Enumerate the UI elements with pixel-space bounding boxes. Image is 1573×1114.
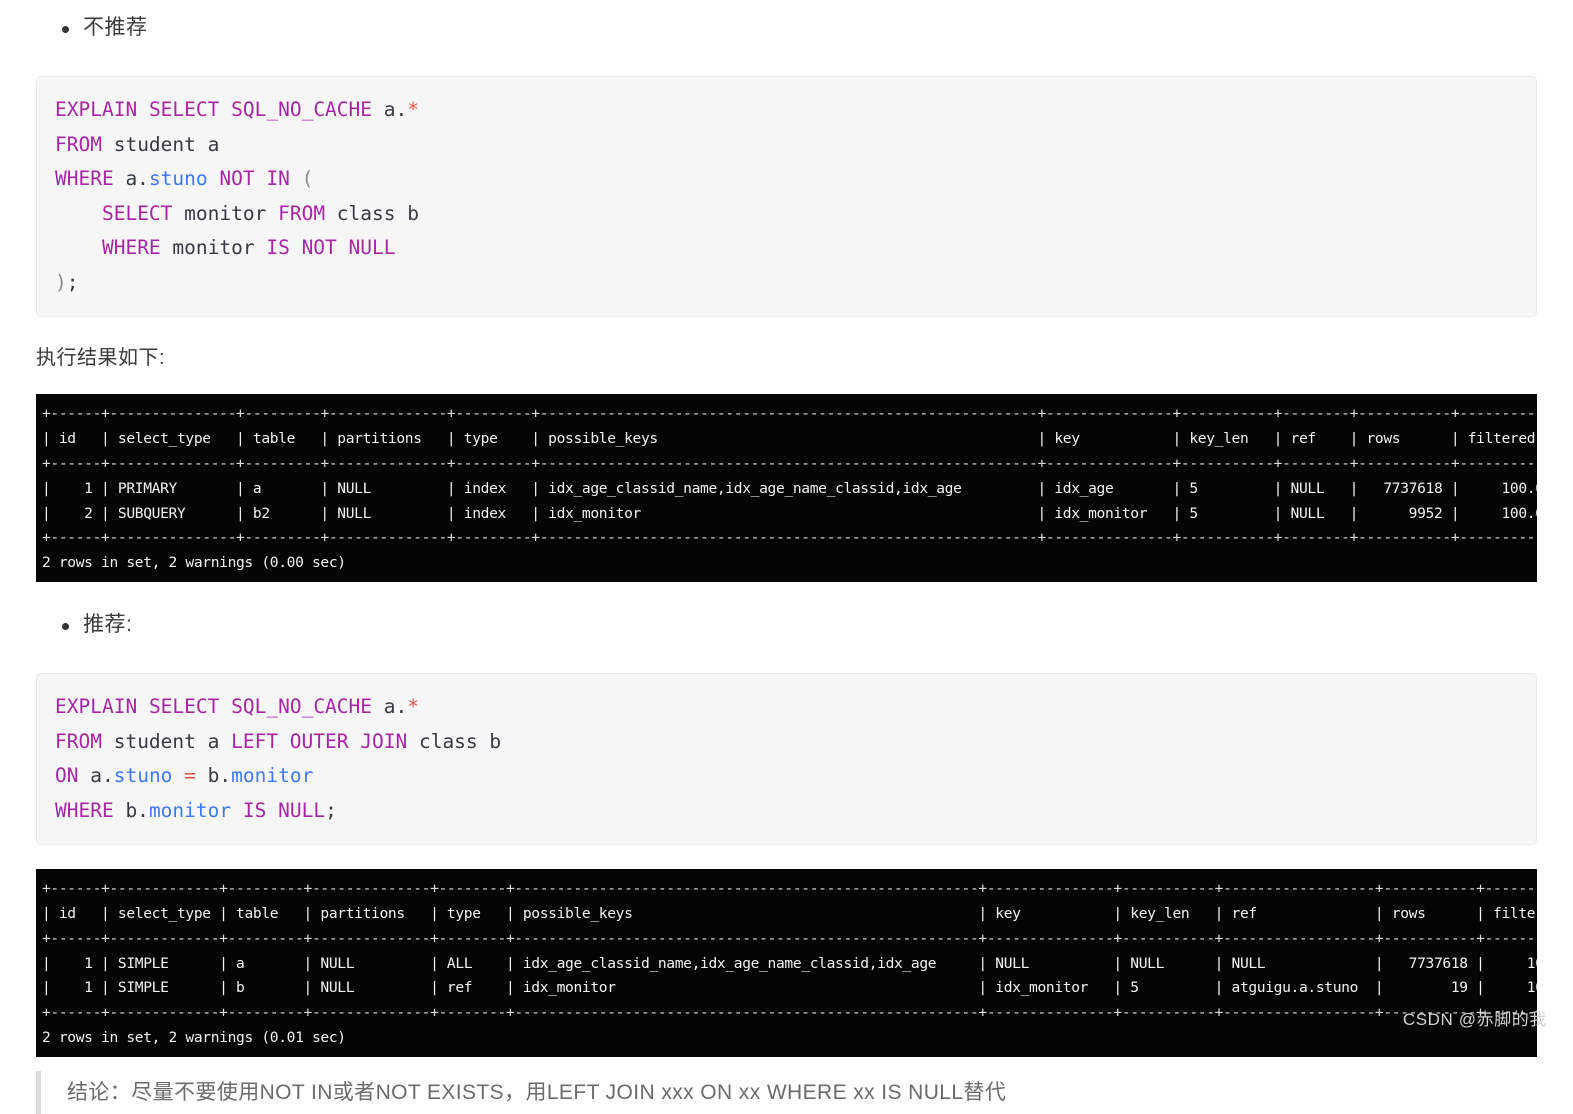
code-line: FROM student a LEFT OUTER JOIN class b: [55, 725, 1536, 760]
code-token: stuno: [113, 764, 173, 788]
code-line: EXPLAIN SELECT SQL_NO_CACHE a.*: [55, 93, 1536, 128]
code-line: WHERE b.monitor IS NULL;: [55, 794, 1536, 829]
table-separator-row: +------+---------------+---------+------…: [42, 529, 1537, 547]
code-token: ;: [66, 270, 79, 294]
spacer-top: [36, 0, 1537, 14]
code-token: stuno: [148, 167, 208, 191]
table-row: 2 rows in set, 2 warnings (0.00 sec): [42, 554, 346, 572]
code-token: monitor: [231, 764, 314, 788]
code-line: FROM student a: [55, 128, 1536, 163]
code-line: WHERE a.stuno NOT IN (: [55, 162, 1536, 197]
code-token: IS NULL: [242, 798, 326, 822]
code-token: monitor: [172, 201, 279, 225]
code-token: LEFT OUTER JOIN: [231, 729, 408, 753]
table-row: | id | select_type | table | partitions …: [42, 905, 1537, 923]
code-token: (: [301, 167, 314, 191]
conclusion-blockquote: 结论：尽量不要使用NOT IN或者NOT EXISTS，用LEFT JOIN x…: [36, 1070, 1537, 1114]
table-row: | 2 | SUBQUERY | b2 | NULL | index | idx…: [42, 504, 1537, 522]
code-token: SQL_NO_CACHE: [231, 695, 373, 719]
code-token: a.: [113, 167, 149, 191]
execution-result-label: 执行结果如下:: [36, 347, 166, 370]
table-separator-row: +------+---------------+---------+------…: [42, 405, 1537, 423]
code-token: class b: [325, 201, 419, 225]
code-token: EXPLAIN: [55, 695, 138, 719]
table-row: | 1 | SIMPLE | a | NULL | ALL | idx_age_…: [42, 954, 1537, 972]
code-token: WHERE: [55, 167, 114, 191]
code-token: monitor: [148, 798, 232, 822]
code-token: IS NOT NULL: [266, 236, 396, 260]
code-token: SQL_NO_CACHE: [231, 98, 373, 122]
code-token: *: [407, 98, 420, 122]
code-token: FROM: [55, 729, 102, 753]
code-token: a.: [372, 695, 408, 719]
table-separator-row: +------+---------------+---------+------…: [42, 454, 1537, 472]
code-line: WHERE monitor IS NOT NULL: [55, 231, 1536, 266]
code-token: monitor: [160, 236, 267, 260]
code-token: WHERE: [101, 236, 161, 260]
code-token: *: [407, 695, 420, 719]
code-token: a.: [372, 98, 408, 122]
code-token: student a: [101, 729, 232, 753]
sql-code-block-not-recommended: EXPLAIN SELECT SQL_NO_CACHE a.* FROM stud…: [36, 76, 1537, 318]
code-line: EXPLAIN SELECT SQL_NO_CACHE a.*: [55, 690, 1536, 725]
heading-not-recommended-label: 不推荐: [83, 16, 148, 39]
code-token: SELECT: [101, 201, 173, 225]
code-token: WHERE: [55, 798, 114, 822]
code-token: FROM: [55, 132, 102, 156]
heading-recommended: 推荐:: [36, 611, 1537, 639]
code-line: ON a.stuno = b.monitor: [55, 759, 1536, 794]
code-token: SELECT: [148, 98, 220, 122]
heading-not-recommended: 不推荐: [36, 14, 1537, 42]
document-page: 不推荐 EXPLAIN SELECT SQL_NO_CACHE a.* FROM …: [0, 0, 1573, 1114]
table-row: | id | select_type | table | partitions …: [42, 430, 1536, 448]
explain-output-terminal-1: +------+---------------+---------+------…: [36, 394, 1537, 582]
code-line: SELECT monitor FROM class b: [55, 197, 1536, 232]
code-token: b.: [113, 798, 149, 822]
code-line: );: [55, 266, 1536, 301]
code-token: a.: [78, 764, 114, 788]
code-token: class b: [407, 729, 502, 753]
conclusion-text: 结论：尽量不要使用NOT IN或者NOT EXISTS，用LEFT JOIN x…: [67, 1080, 1007, 1104]
table-separator-row: +------+-------------+---------+--------…: [42, 880, 1537, 898]
code-token: NOT IN: [219, 167, 290, 191]
code-token: SELECT: [148, 695, 220, 719]
bullet-dot-icon: [62, 622, 69, 630]
code-token: ;: [325, 798, 337, 822]
code-token: ): [55, 270, 67, 294]
table-row: | 1 | PRIMARY | a | NULL | index | idx_a…: [42, 479, 1537, 497]
sql-code-block-recommended: EXPLAIN SELECT SQL_NO_CACHE a.* FROM stud…: [36, 673, 1537, 846]
code-token: EXPLAIN: [55, 98, 138, 122]
table-row: | 1 | SIMPLE | b | NULL | ref | idx_moni…: [42, 979, 1537, 997]
code-token: =: [184, 764, 196, 788]
explain-output-terminal-2: +------+-------------+---------+--------…: [36, 869, 1537, 1057]
table-separator-row: +------+-------------+---------+--------…: [42, 1004, 1537, 1022]
csdn-watermark: CSDN @赤脚的我: [1402, 1010, 1547, 1029]
code-token: ON: [55, 764, 79, 788]
table-row: 2 rows in set, 2 warnings (0.01 sec): [42, 1029, 346, 1047]
table-separator-row: +------+-------------+---------+--------…: [42, 929, 1537, 947]
code-token: b.: [195, 764, 232, 788]
heading-recommended-label: 推荐:: [83, 612, 133, 636]
code-token: student a: [101, 132, 220, 156]
code-token: FROM: [278, 201, 326, 225]
bullet-dot-icon: [62, 26, 69, 33]
